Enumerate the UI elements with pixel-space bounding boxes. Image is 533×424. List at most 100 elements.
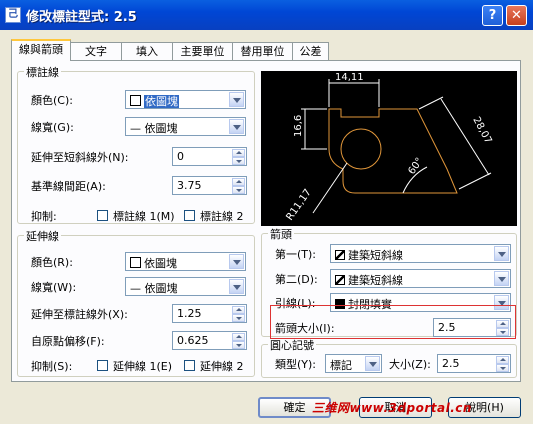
- second-arrow-label: 第二(D):: [275, 273, 318, 286]
- spin-up-icon[interactable]: [232, 333, 245, 341]
- dim-lineweight-value: — 依圖塊: [130, 122, 178, 135]
- ext-right-bottom: [458, 172, 492, 190]
- tab-fit[interactable]: 填入: [121, 42, 173, 60]
- preview-canvas: 14,11 16,6 28,07 60° R11,17: [261, 71, 517, 226]
- baseline-spacing-value: 3.75: [177, 179, 202, 192]
- baseline-spacing-spinner[interactable]: 3.75: [172, 176, 247, 195]
- suppress-extline2-checkbox[interactable]: [184, 360, 195, 371]
- preview-drawing: 14,11 16,6 28,07 60° R11,17: [284, 72, 493, 223]
- dim-color-combo[interactable]: 依圖塊: [125, 90, 246, 109]
- tab-text[interactable]: 文字: [70, 42, 122, 60]
- spin-down-icon[interactable]: [232, 341, 245, 349]
- dim-suppress-label: 抑制:: [31, 210, 57, 223]
- part-outline: [328, 108, 458, 194]
- first-arrow-combo[interactable]: 建築短斜線: [330, 244, 511, 263]
- spin-down-icon[interactable]: [496, 364, 509, 372]
- chevron-down-icon[interactable]: [229, 254, 244, 269]
- white-swatch-icon: [130, 257, 141, 268]
- extend-ticks-value: 0: [177, 150, 184, 163]
- spin-up-icon[interactable]: [496, 356, 509, 364]
- ext-lineweight-label: 線寬(W):: [31, 281, 77, 294]
- tab-panel: 標註線 顏色(C): 依圖塊 線寬(G): — 依圖塊 延伸至短斜線外(N): …: [11, 60, 521, 382]
- highlight-box: [270, 305, 516, 339]
- center-marks-title: 圓心記號: [268, 337, 316, 353]
- help-title-button[interactable]: ?: [482, 5, 503, 26]
- tab-lines-arrows[interactable]: 線與箭頭: [11, 39, 71, 61]
- suppress-dimline1-label: 標註線 1(M): [113, 210, 175, 223]
- white-swatch-icon: [130, 95, 141, 106]
- extend-ticks-label: 延伸至短斜線外(N):: [31, 151, 129, 164]
- spin-up-icon[interactable]: [232, 306, 245, 314]
- tab-alternate-units[interactable]: 替用單位: [232, 42, 293, 60]
- center-marks-group: 圓心記號 類型(Y): 標記 大小(Z): 2.5: [261, 337, 517, 378]
- ext-lines-group: 延伸線 顏色(R): 依圖塊 線寬(W): — 依圖塊 延伸至標註線外(X): …: [17, 228, 255, 377]
- suppress-extline1-checkbox[interactable]: [97, 360, 108, 371]
- spin-up-icon[interactable]: [232, 178, 245, 186]
- chevron-down-icon[interactable]: [229, 92, 244, 107]
- chevron-down-icon[interactable]: [494, 246, 509, 261]
- oblique-arrow-icon: [335, 275, 345, 285]
- dim-lines-group: 標註線 顏色(C): 依圖塊 線寬(G): — 依圖塊 延伸至短斜線外(N): …: [17, 64, 255, 224]
- baseline-spacing-label: 基準線間距(A):: [31, 180, 106, 193]
- origin-offset-value: 0.625: [177, 334, 209, 347]
- oblique-arrow-icon: [335, 250, 345, 260]
- ext-lines-title: 延伸線: [24, 228, 61, 244]
- center-type-value: 標記: [330, 359, 352, 372]
- dim-right-text: 28,07: [470, 115, 493, 145]
- extend-beyond-spinner[interactable]: 1.25: [172, 304, 247, 323]
- extend-beyond-value: 1.25: [177, 307, 202, 320]
- chevron-down-icon[interactable]: [229, 279, 244, 294]
- close-button[interactable]: ✕: [506, 5, 527, 26]
- suppress-dimline1-checkbox[interactable]: [97, 210, 108, 221]
- ext-right-top: [418, 96, 444, 110]
- dim-radius-text: R11,17: [284, 187, 313, 222]
- spin-up-icon[interactable]: [232, 149, 245, 157]
- dim-lines-title: 標註線: [24, 64, 61, 80]
- second-arrow-combo[interactable]: 建築短斜線: [330, 269, 511, 288]
- extend-ticks-spinner[interactable]: 0: [172, 147, 247, 166]
- suppress-extline1-label: 延伸線 1(E): [113, 360, 173, 373]
- title-bar: 己 修改標註型式: 2.5 ? ✕: [0, 0, 533, 30]
- chevron-down-icon[interactable]: [365, 356, 380, 371]
- arrowheads-title: 箭頭: [268, 226, 294, 242]
- dim-top-text: 14,11: [335, 72, 364, 83]
- spin-down-icon[interactable]: [232, 314, 245, 322]
- ext-color-label: 顏色(R):: [31, 256, 73, 269]
- suppress-dimline2-checkbox[interactable]: [184, 210, 195, 221]
- dim-lineweight-combo[interactable]: — 依圖塊: [125, 117, 246, 136]
- spin-down-icon[interactable]: [232, 186, 245, 194]
- dim-angle-text: 60°: [406, 156, 425, 177]
- dim-color-label: 顏色(C):: [31, 94, 73, 107]
- center-type-label: 類型(Y):: [275, 358, 317, 371]
- suppress-dimline2-label: 標註線 2: [200, 210, 244, 223]
- center-size-spinner[interactable]: 2.5: [437, 354, 511, 373]
- chevron-down-icon[interactable]: [494, 271, 509, 286]
- center-size-value: 2.5: [442, 357, 460, 370]
- tab-tolerances[interactable]: 公差: [292, 42, 329, 60]
- watermark-text: 三维网www.3dportal.cn: [312, 401, 472, 415]
- center-size-label: 大小(Z):: [389, 358, 431, 371]
- ext-suppress-label: 抑制(S):: [31, 360, 73, 373]
- first-arrow-label: 第一(T):: [275, 248, 317, 261]
- app-icon: 己: [5, 7, 21, 23]
- chevron-down-icon[interactable]: [229, 119, 244, 134]
- part-shape: [328, 108, 458, 194]
- ext-lineweight-value: — 依圖塊: [130, 282, 178, 295]
- center-type-combo[interactable]: 標記: [325, 354, 382, 373]
- dim-lineweight-label: 線寬(G):: [31, 121, 74, 134]
- window-title: 修改標註型式: 2.5: [26, 10, 137, 25]
- suppress-extline2-label: 延伸線 2: [200, 360, 244, 373]
- dim-left-text: 16,6: [293, 115, 304, 137]
- spin-down-icon[interactable]: [232, 157, 245, 165]
- ext-lineweight-combo[interactable]: — 依圖塊: [125, 277, 246, 296]
- dim-radius-leader: [312, 162, 348, 214]
- extend-beyond-label: 延伸至標註線外(X):: [31, 308, 128, 321]
- origin-offset-label: 自原點偏移(F):: [31, 335, 105, 348]
- tab-primary-units[interactable]: 主要單位: [172, 42, 233, 60]
- dim-color-value: 依圖塊: [144, 95, 179, 108]
- second-arrow-value: 建築短斜線: [348, 274, 403, 287]
- first-arrow-value: 建築短斜線: [348, 249, 403, 262]
- ext-color-combo[interactable]: 依圖塊: [125, 252, 246, 271]
- ext-color-value: 依圖塊: [144, 257, 177, 270]
- origin-offset-spinner[interactable]: 0.625: [172, 331, 247, 350]
